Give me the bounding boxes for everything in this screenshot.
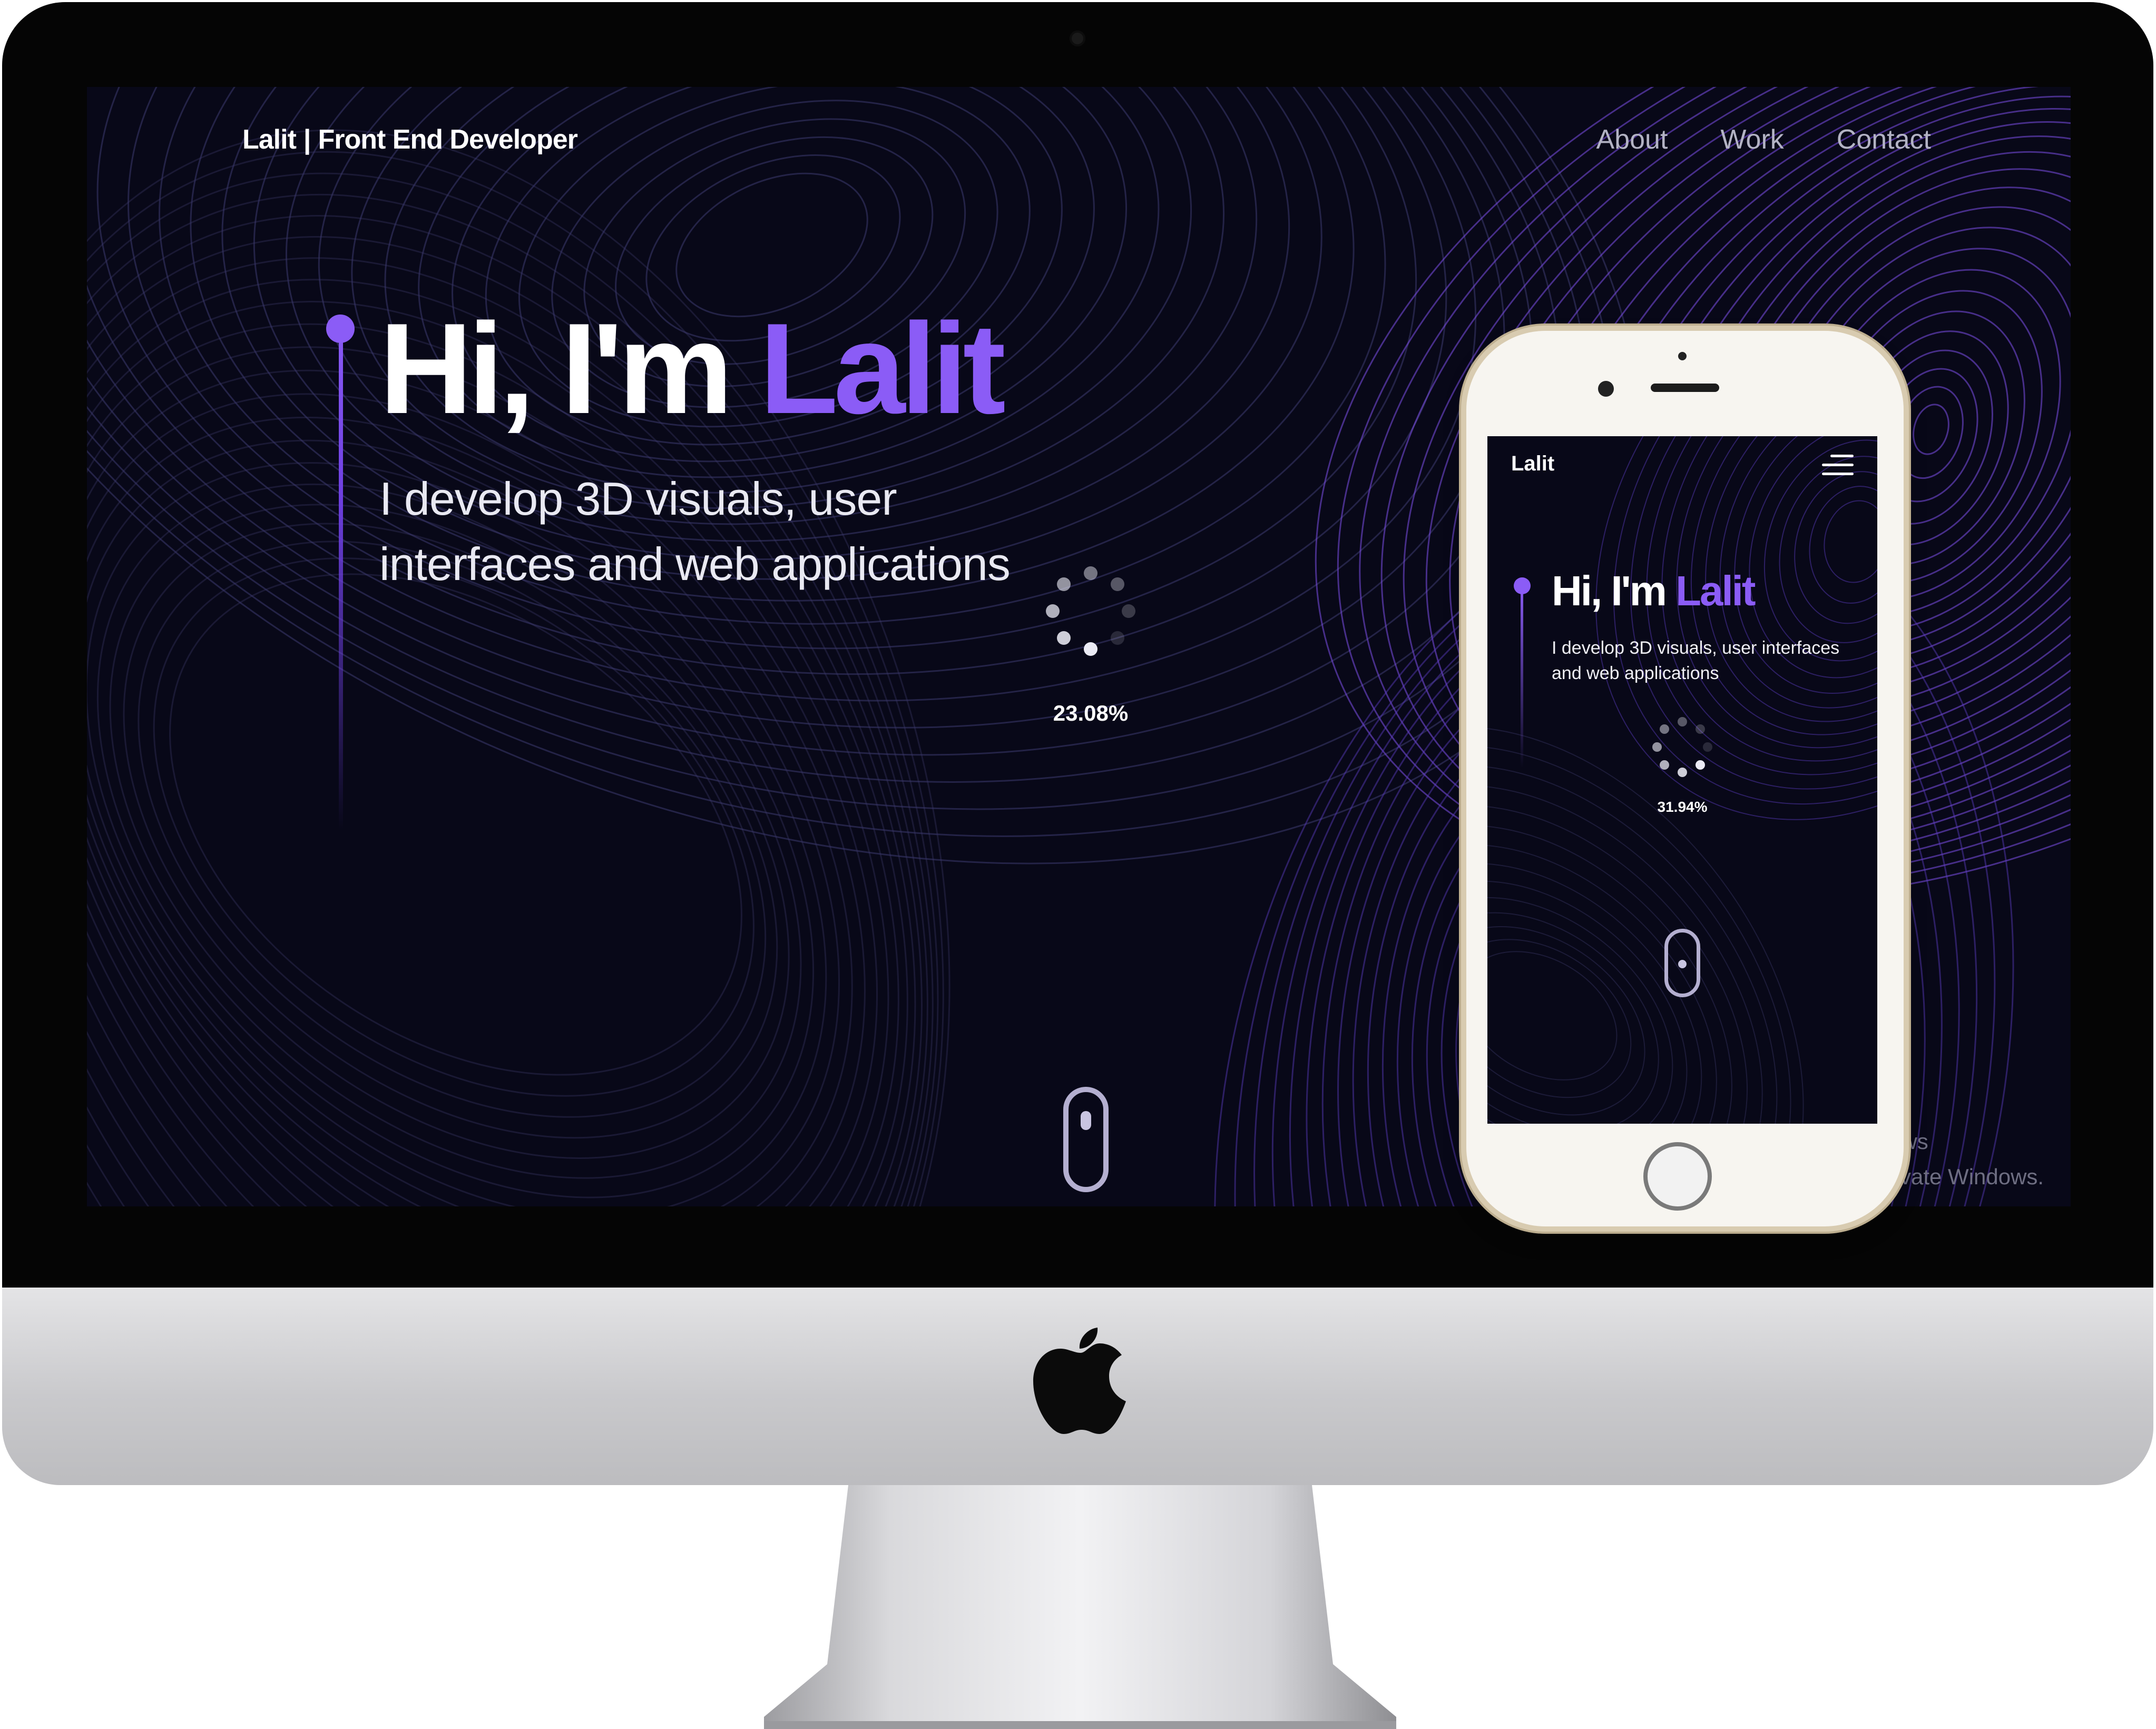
spinner-dot <box>1703 742 1712 752</box>
wave-line <box>1487 863 1702 1124</box>
nav-brand-separator: | <box>303 124 311 155</box>
mobile-scroll-mouse-icon[interactable] <box>1664 929 1700 997</box>
wave-line <box>1487 939 1632 1098</box>
spinner-dot <box>1695 760 1705 770</box>
spinner-dot <box>1122 604 1135 618</box>
hero-accent-dot <box>326 315 355 343</box>
mobile-brand[interactable]: Lalit <box>1511 452 1554 476</box>
loading-spinner-icon <box>1043 564 1138 659</box>
iphone-mockup: Lalit Hi, I'm Lalit I develop 3D visuals… <box>1466 331 1904 1226</box>
nav-link-contact[interactable]: Contact <box>1837 124 1931 155</box>
mobile-hero-subtitle: I develop 3D visuals, user interfaces an… <box>1552 635 1857 686</box>
wave-line <box>87 257 916 1206</box>
spinner-dot <box>1110 577 1124 592</box>
spinner-dot <box>1110 631 1124 645</box>
spinner-dot <box>1046 604 1060 618</box>
spinner-dot <box>1660 724 1670 734</box>
wave-line <box>1487 880 1688 1124</box>
phone-proximity-sensor <box>1678 352 1687 360</box>
mobile-hero-title: Hi, I'm Lalit <box>1552 567 1756 614</box>
phone-speaker <box>1651 384 1719 392</box>
wave-line <box>1487 912 1659 1124</box>
spinner-dot <box>1678 717 1687 726</box>
mobile-hero-name: Lalit <box>1675 567 1756 614</box>
phone-home-button[interactable] <box>1643 1142 1712 1211</box>
mobile-hero-accent-dot <box>1514 577 1531 594</box>
activate-windows-watermark-line2: tivate Windows. <box>1889 1164 2044 1189</box>
nav-link-work[interactable]: Work <box>1720 124 1783 155</box>
mobile-hero-subtitle-line1: I develop 3D visuals, user interfaces <box>1552 638 1840 658</box>
hero-subtitle-line1: I develop 3D visuals, user <box>379 473 897 525</box>
spinner-dot <box>1660 760 1670 770</box>
scroll-mouse-icon[interactable] <box>1063 1087 1109 1192</box>
mobile-hero-greeting: Hi, I'm <box>1552 567 1667 614</box>
mobile-screen: Lalit Hi, I'm Lalit I develop 3D visuals… <box>1487 436 1877 1124</box>
nav-link-about[interactable]: About <box>1596 124 1668 155</box>
wave-line <box>1809 486 1877 604</box>
device-mockup-stage: Lalit | Front End Developer About Work Con… <box>0 0 2156 1729</box>
nav-brand-role: Front End Developer <box>318 124 577 155</box>
scroll-mouse-wheel <box>1081 1111 1091 1130</box>
wave-line <box>1824 500 1877 583</box>
nav-links: About Work Contact <box>1596 124 1932 155</box>
mobile-background-wave-lines <box>1487 436 1877 1124</box>
wave-line <box>1794 471 1877 624</box>
hero-title: Hi, I'm Lalit <box>379 296 1006 440</box>
hero-greeting: Hi, I'm <box>379 296 733 440</box>
hamburger-menu-icon[interactable] <box>1822 455 1854 476</box>
mobile-loading-spinner-icon <box>1651 715 1714 779</box>
apple-logo-icon <box>1033 1328 1126 1434</box>
spinner-dot <box>1057 631 1071 645</box>
wave-line <box>87 235 923 1206</box>
spinner-dot <box>1652 742 1662 752</box>
mobile-hero-subtitle-line2: and web applications <box>1552 663 1719 683</box>
wave-line <box>1676 436 1877 749</box>
imac-camera <box>1070 31 1085 46</box>
nav-brand[interactable]: Lalit | Front End Developer <box>242 124 578 155</box>
imac-stand <box>764 1485 1396 1729</box>
wave-line <box>87 279 908 1206</box>
mobile-scroll-mouse-wheel <box>1678 960 1687 968</box>
nav-brand-name: Lalit <box>242 124 297 155</box>
spinner-dot <box>1695 724 1705 734</box>
hero-accent-line <box>339 319 343 830</box>
mobile-hero-accent-line <box>1521 584 1523 768</box>
wave-line <box>1913 404 1949 455</box>
hero-name: Lalit <box>759 296 1006 440</box>
wave-line <box>1487 844 1717 1124</box>
loading-percent: 23.08% <box>1053 701 1129 725</box>
spinner-dot <box>1057 577 1071 592</box>
mobile-loading-percent: 31.94% <box>1657 799 1708 815</box>
hero-subtitle-line2: interfaces and web applications <box>379 538 1011 590</box>
wave-line <box>1487 926 1645 1116</box>
phone-front-camera <box>1598 381 1614 397</box>
spinner-dot <box>1084 566 1097 580</box>
spinner-dot <box>1678 768 1687 777</box>
hero-subtitle: I develop 3D visuals, user interfaces an… <box>379 466 1064 597</box>
spinner-dot <box>1084 642 1097 656</box>
